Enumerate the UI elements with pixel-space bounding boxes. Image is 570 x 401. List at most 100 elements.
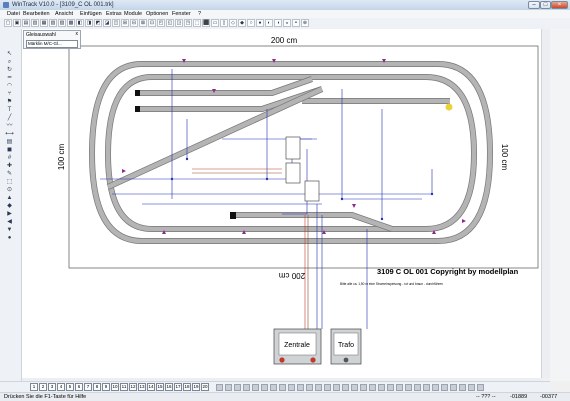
track-curve-icon[interactable]: ◠ (4, 83, 15, 90)
toolbar-button[interactable]: ⊕ (301, 19, 309, 27)
layer-button-11[interactable]: 11 (120, 383, 128, 391)
palette-button[interactable] (441, 384, 448, 391)
toolbar-button[interactable]: ▩ (67, 19, 75, 27)
tool-icon[interactable]: ▼ (4, 227, 15, 234)
toolbar-button[interactable]: ◑ (274, 19, 282, 27)
track-system-select[interactable]: Märklin M/C-Gl... (26, 40, 78, 48)
palette-button[interactable] (423, 384, 430, 391)
decoder-block[interactable] (285, 136, 301, 160)
menu-fenster[interactable]: Fenster (172, 10, 191, 18)
toolbar-button[interactable]: ◫ (112, 19, 120, 27)
menu-module[interactable]: Module (124, 10, 142, 18)
palette-button[interactable] (468, 384, 475, 391)
toolbar-button[interactable]: ◳ (184, 19, 192, 27)
color-icon[interactable]: ◼ (4, 147, 15, 154)
decoder-block[interactable] (304, 180, 320, 202)
palette-button[interactable] (432, 384, 439, 391)
tool-icon[interactable]: ● (4, 235, 15, 242)
palette-button[interactable] (450, 384, 457, 391)
toolbar-button[interactable]: ▧ (49, 19, 57, 27)
layer-button-18[interactable]: 18 (183, 383, 191, 391)
layout-canvas[interactable]: 200 cm 200 cm 100 cm 100 cm 3109 C OL 00… (22, 29, 541, 378)
palette-button[interactable] (225, 384, 232, 391)
menu-ansicht[interactable]: Ansicht (55, 10, 73, 18)
toolbar-button[interactable]: ▥ (31, 19, 39, 27)
layer-button-19[interactable]: 19 (192, 383, 200, 391)
toolbar-button[interactable]: ◰ (157, 19, 165, 27)
layer-button-1[interactable]: 1 (30, 383, 38, 391)
palette-button[interactable] (477, 384, 484, 391)
menu-optionen[interactable]: Optionen (146, 10, 168, 18)
layer-button-17[interactable]: 17 (174, 383, 182, 391)
layer-button-20[interactable]: 20 (201, 383, 209, 391)
palette-button[interactable] (369, 384, 376, 391)
tool-icon[interactable]: ▲ (4, 195, 15, 202)
palette-button[interactable] (306, 384, 313, 391)
signal-icon[interactable]: ⚑ (4, 99, 15, 106)
tool-icon[interactable]: ✚ (4, 163, 15, 170)
pointer-icon[interactable]: ↖ (4, 51, 15, 58)
layer-button-8[interactable]: 8 (93, 383, 101, 391)
menu-extras[interactable]: Extras (106, 10, 122, 18)
menu-help[interactable]: ? (198, 10, 201, 18)
layer-button-13[interactable]: 13 (138, 383, 146, 391)
palette-button[interactable] (297, 384, 304, 391)
toolbar-button[interactable]: ◇ (229, 19, 237, 27)
menu-datei[interactable]: Datei (7, 10, 20, 18)
toolbar-button[interactable]: ◓ (292, 19, 300, 27)
layer-button-7[interactable]: 7 (84, 383, 92, 391)
toolbar-button[interactable]: ▭ (211, 19, 219, 27)
palette-button[interactable] (216, 384, 223, 391)
toolbar-button[interactable]: ⬛ (202, 19, 210, 27)
palette-button[interactable] (360, 384, 367, 391)
toolbar-button[interactable]: ⊡ (148, 19, 156, 27)
toolbar-button[interactable]: ◨ (85, 19, 93, 27)
palette-button[interactable] (342, 384, 349, 391)
layer-button-12[interactable]: 12 (129, 383, 137, 391)
close-button[interactable]: × (551, 1, 568, 9)
toolbar-button[interactable]: ⊠ (139, 19, 147, 27)
toolbar-button[interactable]: ◒ (283, 19, 291, 27)
palette-button[interactable] (234, 384, 241, 391)
track-straight-icon[interactable]: ━ (4, 75, 15, 82)
palette-button[interactable] (405, 384, 412, 391)
layer-button-9[interactable]: 9 (102, 383, 110, 391)
tool-icon[interactable]: ◆ (4, 203, 15, 210)
toolbar-button[interactable]: ○ (247, 19, 255, 27)
wire-icon[interactable]: 〰 (4, 123, 15, 130)
toolbar-button[interactable]: ⊟ (130, 19, 138, 27)
layer-button-4[interactable]: 4 (57, 383, 65, 391)
tool-icon[interactable]: ◀ (4, 219, 15, 226)
layer-button-16[interactable]: 16 (165, 383, 173, 391)
toolbar-button[interactable]: ▤ (22, 19, 30, 27)
decoder-block[interactable] (285, 162, 301, 184)
layer-button-5[interactable]: 5 (66, 383, 74, 391)
tool-icon[interactable]: ✎ (4, 171, 15, 178)
palette-button[interactable] (396, 384, 403, 391)
palette-button[interactable] (279, 384, 286, 391)
palette-button[interactable] (378, 384, 385, 391)
toolbar-button[interactable]: ◆ (238, 19, 246, 27)
grid-icon[interactable]: # (4, 155, 15, 162)
layer-button-3[interactable]: 3 (48, 383, 56, 391)
palette-button[interactable] (288, 384, 295, 391)
palette-button[interactable] (315, 384, 322, 391)
maximize-button[interactable]: □ (540, 1, 551, 9)
palette-button[interactable] (261, 384, 268, 391)
palette-button[interactable] (387, 384, 394, 391)
toolbar-button[interactable]: ▯ (220, 19, 228, 27)
palette-button[interactable] (243, 384, 250, 391)
layer-button-6[interactable]: 6 (75, 383, 83, 391)
toolbar-button[interactable]: ◱ (166, 19, 174, 27)
minimize-button[interactable]: – (528, 1, 540, 9)
tool-icon[interactable]: ⬚ (4, 179, 15, 186)
switch-icon[interactable]: ⑂ (4, 91, 15, 98)
layer-button-10[interactable]: 10 (111, 383, 119, 391)
tool-icon[interactable]: ⊙ (4, 187, 15, 194)
tool-icon[interactable]: ▶ (4, 211, 15, 218)
palette-button[interactable] (324, 384, 331, 391)
rotate-icon[interactable]: ↻ (4, 67, 15, 74)
toolbar-button[interactable]: ◧ (76, 19, 84, 27)
toolbar-button[interactable]: ◩ (94, 19, 102, 27)
palette-button[interactable] (252, 384, 259, 391)
